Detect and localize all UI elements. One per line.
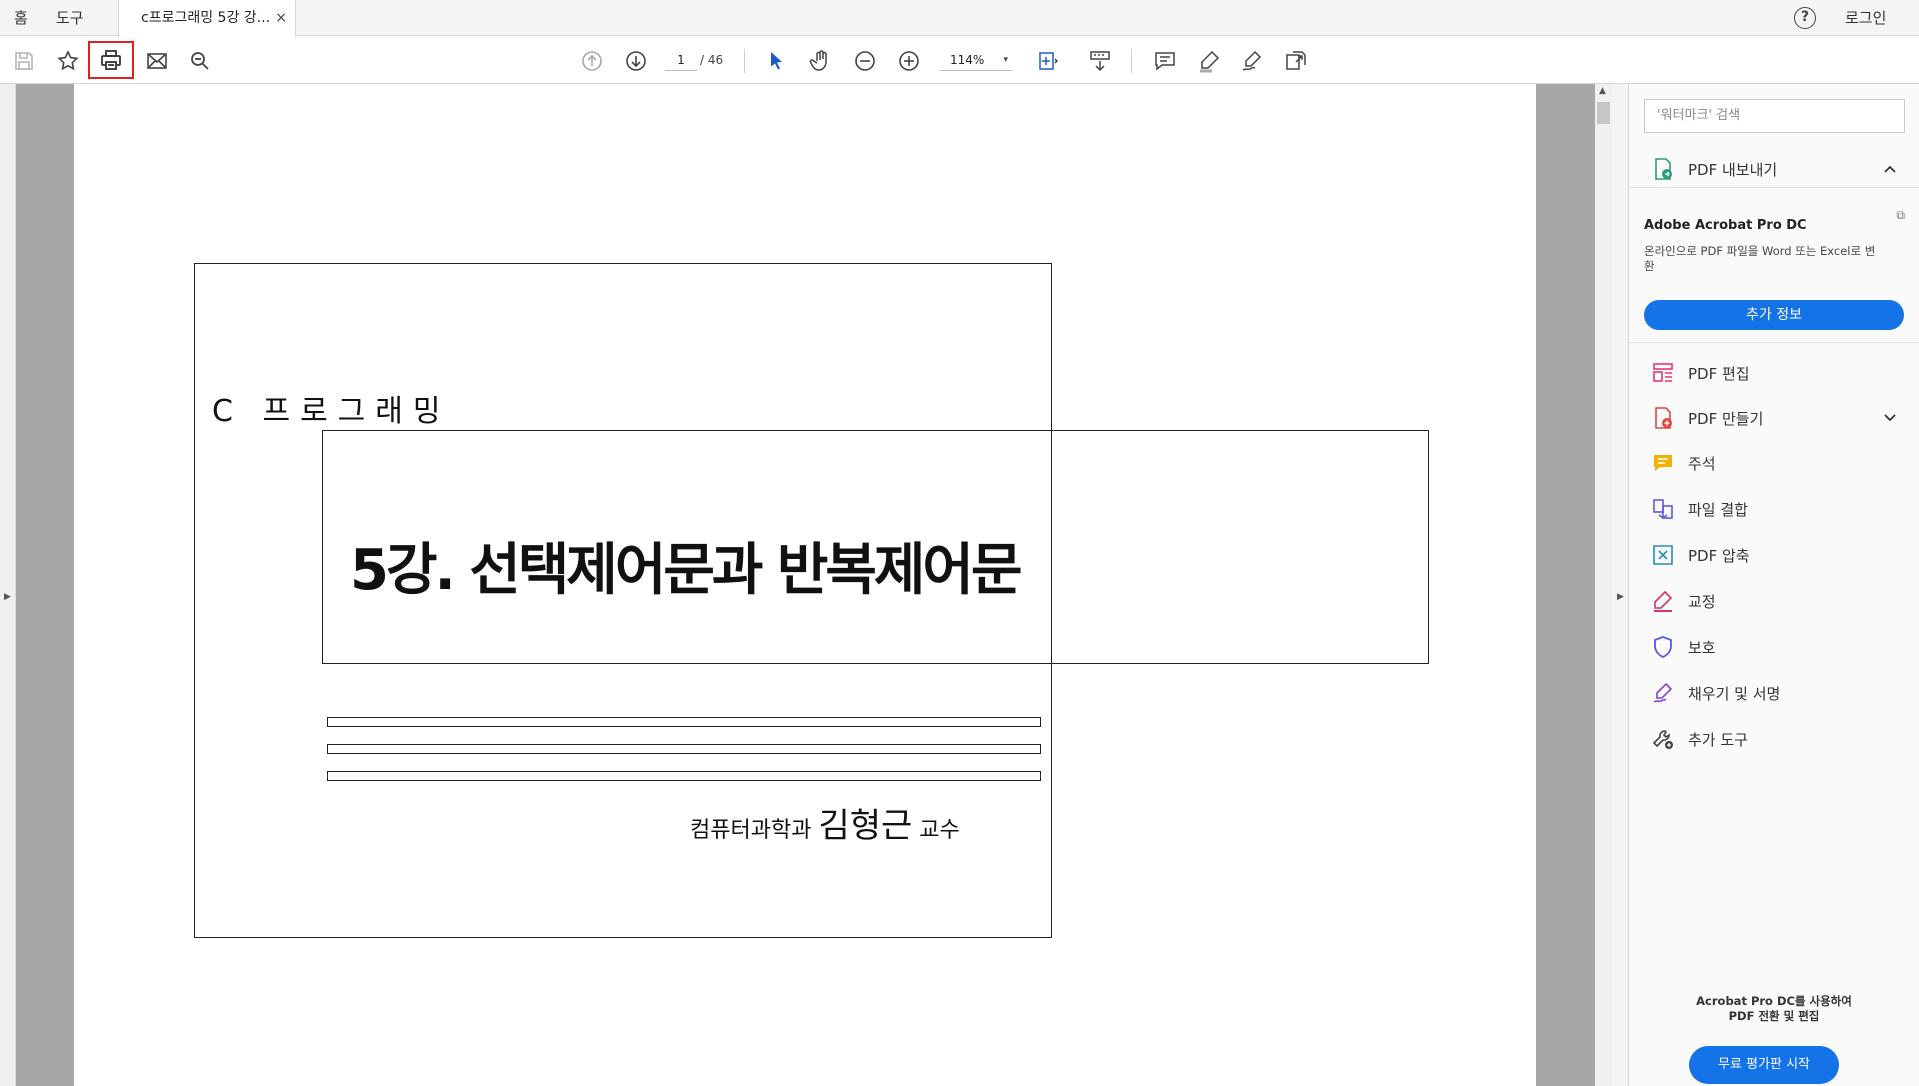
tool-label: PDF 압축 [1688,547,1750,565]
scroll-mode-icon[interactable] [1086,47,1114,75]
save-icon[interactable] [10,47,38,75]
tool-combine-files[interactable]: 파일 결합 [1629,490,1919,528]
shield-icon [1654,636,1672,658]
promo-title: Adobe Acrobat Pro DC [1644,218,1807,233]
help-icon[interactable]: ? [1794,7,1816,29]
mail-icon[interactable] [143,47,171,75]
tool-label: 채우기 및 서명 [1688,685,1781,703]
login-button[interactable]: 로그인 [1845,0,1886,36]
star-icon[interactable] [54,47,82,75]
tools-pane: '워터마크' 검색 PDF 내보내기 ⧉ Adobe Acrobat Pro D… [1629,84,1919,1086]
search-icon[interactable] [186,47,214,75]
hand-icon[interactable] [807,47,835,75]
decorative-rule [327,717,1041,727]
left-panel-toggle[interactable]: ▶ [0,84,16,1086]
tool-label: PDF 만들기 [1688,410,1764,428]
tool-label: PDF 편집 [1688,365,1750,383]
tool-search-input[interactable]: '워터마크' 검색 [1644,99,1905,133]
right-panel-toggle[interactable]: ▶ [1612,84,1629,1086]
create-pdf-icon [1655,407,1672,429]
tool-label: 보호 [1688,639,1716,657]
chevron-right-icon: ▶ [4,592,11,602]
slide-title: 5강. 선택제어문과 반복제어문 [350,538,1022,603]
document-viewer[interactable]: C 프로그래밍 5강. 선택제어문과 반복제어문 컴퓨터과학과 김형근 교수 [16,84,1595,1086]
home-tab[interactable]: 홈 [14,0,28,36]
edit-pdf-icon [1653,363,1673,382]
toolbar-divider [1131,49,1132,73]
toolbar-divider [744,49,745,73]
tool-fill-sign[interactable]: 채우기 및 서명 [1629,674,1919,712]
zoom-in-icon[interactable] [895,47,923,75]
zoom-select[interactable]: 114% ▾ [940,51,1012,71]
fit-page-icon[interactable] [1034,47,1062,75]
author-dept: 컴퓨터과학과 [690,818,819,843]
chevron-down-icon: ▾ [1003,55,1008,65]
trial-promo-line2: PDF 전환 및 편집 [1728,1009,1820,1023]
combine-files-icon [1653,499,1673,519]
more-info-button[interactable]: 추가 정보 [1644,300,1904,330]
decorative-rule [327,744,1041,754]
page-down-icon[interactable] [622,47,650,75]
comment-tool-icon [1654,455,1672,471]
compress-pdf-icon [1653,545,1673,565]
author-line: 컴퓨터과학과 김형근 교수 [690,798,960,847]
wrench-icon [1652,730,1673,749]
scroll-up-icon[interactable]: ▲ [1599,86,1606,96]
tool-label: 파일 결합 [1688,501,1748,519]
scrollbar-thumb[interactable] [1597,102,1610,124]
slide-subtitle: C 프로그래밍 [212,394,451,429]
start-trial-button[interactable]: 무료 평가판 시작 [1689,1046,1839,1084]
export-pdf-icon [1655,158,1672,180]
acrobat-promo: ⧉ Adobe Acrobat Pro DC 온라인으로 PDF 파일을 Wor… [1629,188,1919,343]
close-tab-icon[interactable]: × [275,0,287,36]
tool-create-pdf[interactable]: PDF 만들기 [1629,399,1919,437]
tool-label: 추가 도구 [1688,731,1748,749]
comment-icon[interactable] [1151,47,1179,75]
document-tab[interactable]: c프로그래밍 5강 강... × [118,0,296,37]
highlight-icon[interactable] [1195,47,1223,75]
fill-sign-icon [1653,682,1673,703]
page-number-input[interactable]: 1 [665,51,697,71]
vertical-scrollbar[interactable]: ▲ [1595,84,1612,1086]
tool-compress-pdf[interactable]: PDF 압축 [1629,536,1919,574]
pdf-page: C 프로그래밍 5강. 선택제어문과 반복제어문 컴퓨터과학과 김형근 교수 [74,84,1536,1086]
tool-more-tools[interactable]: 추가 도구 [1629,720,1919,758]
page-total: / 46 [700,53,724,67]
redact-icon [1654,590,1673,612]
cursor-icon[interactable] [762,47,790,75]
tool-protect[interactable]: 보호 [1629,628,1919,666]
chevron-up-icon[interactable] [1883,162,1897,176]
export-pdf-label: PDF 내보내기 [1688,161,1778,179]
author-role: 교수 [912,818,960,843]
page-up-icon[interactable] [578,47,606,75]
sign-icon[interactable] [1238,47,1266,75]
promo-description: 온라인으로 PDF 파일을 Word 또는 Excel로 변환 [1644,244,1876,273]
tool-label: 주석 [1688,455,1716,473]
tool-edit-pdf[interactable]: PDF 편집 [1629,354,1919,392]
tab-bar: 홈 도구 c프로그래밍 5강 강... × ? 로그인 [0,0,1919,37]
dismiss-icon[interactable]: ⧉ [1896,208,1905,223]
author-name: 김형근 [818,806,913,846]
tool-redact[interactable]: 교정 [1629,582,1919,620]
document-tab-label: c프로그래밍 5강 강... [141,10,271,26]
tool-label: 교정 [1688,593,1716,611]
tool-comment[interactable]: 주석 [1629,444,1919,482]
zoom-value: 114% [950,53,985,67]
zoom-out-icon[interactable] [851,47,879,75]
trial-promo: Acrobat Pro DC를 사용하여 PDF 전환 및 편집 [1629,994,1919,1024]
share-icon[interactable] [1282,47,1310,75]
chevron-right-icon: ▶ [1617,592,1624,602]
decorative-rule [327,771,1041,781]
chevron-down-icon[interactable] [1883,411,1897,425]
toolbar: 1 / 46 114% ▾ [0,37,1919,84]
print-icon[interactable] [88,41,134,79]
export-pdf-row[interactable]: PDF 내보내기 [1629,150,1919,188]
trial-promo-line1: Acrobat Pro DC를 사용하여 [1696,994,1852,1008]
tools-tab[interactable]: 도구 [56,0,84,36]
